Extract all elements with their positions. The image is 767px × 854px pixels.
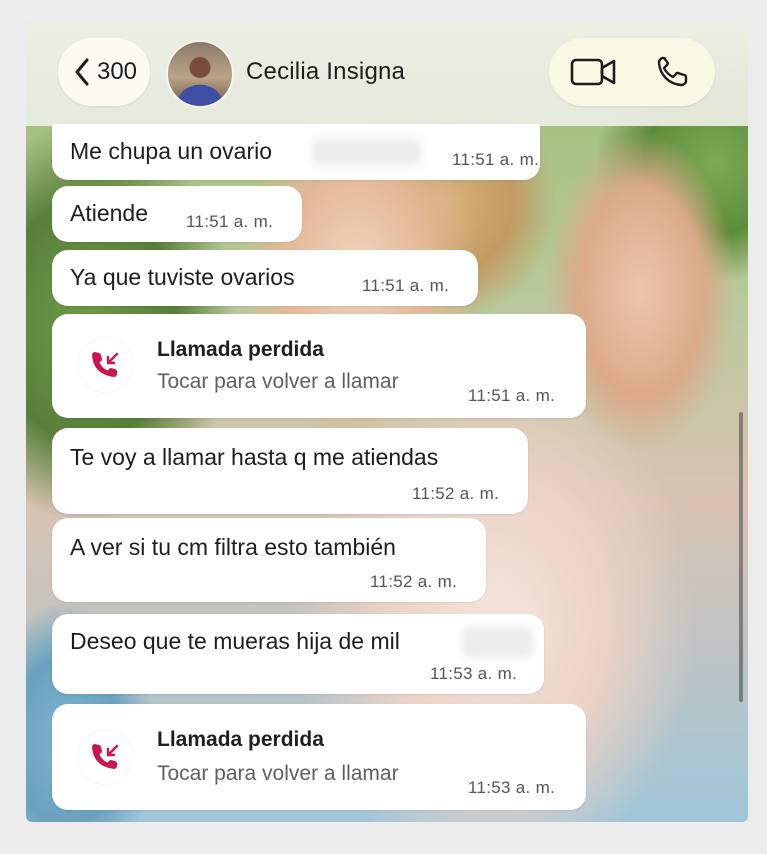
message-text: Atiende <box>70 200 149 226</box>
message-text: Deseo que te mueras hija de mil <box>70 628 400 654</box>
message-bubble[interactable]: Te voy a llamar hasta q me atiendas 11:5… <box>52 428 528 514</box>
message-bubble[interactable]: Atiende 11:51 a. m. <box>52 186 302 242</box>
message-time: 11:52 a. m. <box>412 484 500 503</box>
unread-count: 300 <box>96 58 138 85</box>
message-time: 11:51 a. m. <box>468 386 556 405</box>
missed-call-icon <box>92 744 119 769</box>
missed-call-icon-wrap <box>78 338 132 392</box>
message-bubble[interactable]: Me chupa un ovario 11:51 a. m. <box>52 124 540 180</box>
message-time: 11:53 a. m. <box>430 664 518 683</box>
message-text: Me chupa un ovario <box>70 138 273 164</box>
message-bubble[interactable]: Deseo que te mueras hija de mil 11:53 a.… <box>52 614 544 694</box>
redaction-blur <box>312 138 422 166</box>
call-subtitle: Tocar para volver a llamar <box>157 762 399 785</box>
avatar[interactable] <box>166 40 234 108</box>
call-subtitle: Tocar para volver a llamar <box>157 370 399 393</box>
chat-header: 300 Cecilia Insigna <box>26 22 748 126</box>
phone-icon[interactable] <box>654 54 690 90</box>
message-text: Te voy a llamar hasta q me atiendas <box>70 444 439 470</box>
message-text: A ver si tu cm filtra esto también <box>70 534 396 560</box>
call-title: Llamada perdida <box>157 728 324 751</box>
chat-screen: 300 Cecilia Insigna Me chupa un ovario 1… <box>26 22 748 822</box>
missed-call-bubble[interactable]: Llamada perdida Tocar para volver a llam… <box>52 314 586 418</box>
message-time: 11:52 a. m. <box>370 572 458 591</box>
screenshot-frame: 300 Cecilia Insigna Me chupa un ovario 1… <box>0 0 767 854</box>
message-time: 11:51 a. m. <box>452 150 540 169</box>
scrollbar[interactable] <box>739 412 743 702</box>
video-camera-icon[interactable] <box>569 54 619 90</box>
contact-name[interactable]: Cecilia Insigna <box>246 58 405 86</box>
redaction-blur <box>462 626 534 658</box>
message-time: 11:51 a. m. <box>362 276 450 295</box>
message-text: Ya que tuviste ovarios <box>70 264 295 290</box>
message-bubble[interactable]: Ya que tuviste ovarios 11:51 a. m. <box>52 250 478 306</box>
missed-call-bubble[interactable]: Llamada perdida Tocar para volver a llam… <box>52 704 586 810</box>
message-time: 11:53 a. m. <box>468 778 556 797</box>
message-time: 11:51 a. m. <box>186 212 274 231</box>
call-title: Llamada perdida <box>157 338 324 361</box>
call-actions <box>549 38 715 106</box>
message-bubble[interactable]: A ver si tu cm filtra esto también 11:52… <box>52 518 486 602</box>
back-button[interactable]: 300 <box>58 38 150 106</box>
missed-call-icon-wrap <box>78 730 132 784</box>
missed-call-icon <box>92 352 119 377</box>
chevron-left-icon <box>75 58 89 86</box>
